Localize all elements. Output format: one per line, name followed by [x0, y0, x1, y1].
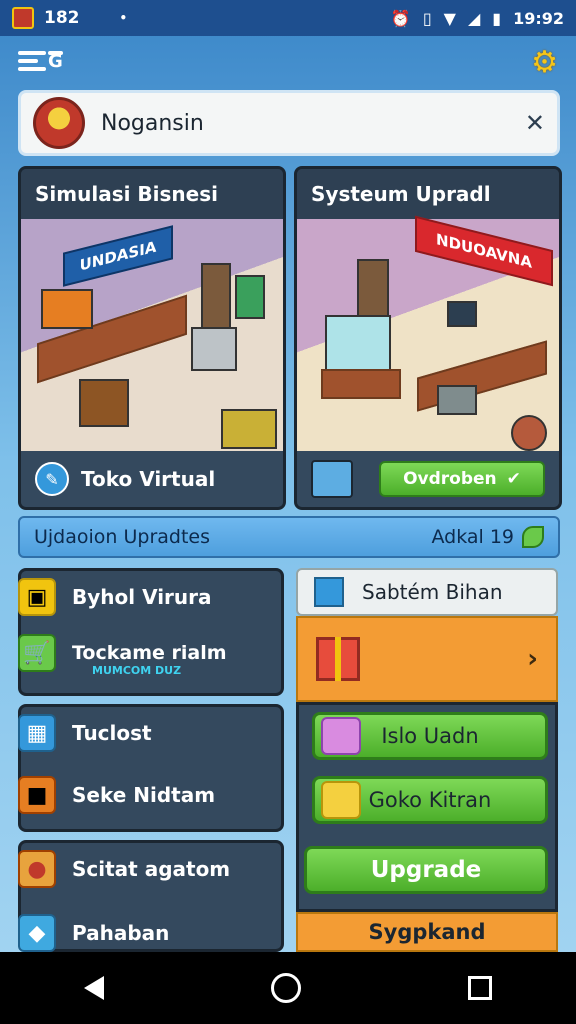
- back-icon[interactable]: [83, 976, 104, 1000]
- store-sign: UNDASIA: [63, 225, 173, 287]
- menu-item-label: Pahaban: [72, 921, 170, 945]
- updates-bar[interactable]: Ujdaoion Upradtes Adkal 19: [18, 516, 560, 558]
- status-bar: 182 • ⏰ ▯ ▼ ◢ ▮ 19:92: [0, 0, 576, 36]
- card-title: Systeum Upradl: [297, 169, 559, 219]
- gift-box-icon: [321, 717, 361, 755]
- card-action-label: Ovdroben: [403, 469, 497, 489]
- shield-icon: ◆: [18, 914, 56, 952]
- cart-shape: [191, 327, 237, 371]
- search-bar[interactable]: Nogansin ✕: [18, 90, 560, 156]
- wifi-icon: ▼: [443, 8, 456, 28]
- action-button-2[interactable]: Goko Kitran: [312, 776, 548, 824]
- calendar-icon: ▦: [18, 714, 56, 752]
- bottom-right-button[interactable]: Sygpkand: [296, 912, 558, 952]
- menu-icon[interactable]: G: [18, 47, 64, 77]
- gift-icon: [316, 637, 360, 681]
- menu-item-label: Tuclost: [72, 721, 152, 745]
- check-icon: ✔: [506, 469, 521, 489]
- gift-panel[interactable]: ›: [296, 616, 558, 702]
- home-icon[interactable]: [270, 973, 301, 1003]
- updates-label: Ujdaoion Upradtes: [34, 526, 211, 548]
- map-pin-icon: ●: [18, 850, 56, 888]
- shop-illustration: NDUOAVNA: [297, 215, 559, 457]
- clock: 19:92: [513, 8, 564, 28]
- shop-sign: NDUOAVNA: [415, 215, 553, 287]
- gear-icon[interactable]: ⚙: [531, 45, 558, 80]
- battery-icon: ▮: [492, 8, 502, 28]
- card-action-button[interactable]: Ovdroben ✔: [379, 461, 545, 497]
- tv-shape: [41, 289, 93, 329]
- menu-item-sublabel: MUMCOM DUZ: [92, 664, 182, 677]
- app-bar: G ⚙: [0, 36, 576, 88]
- vibrate-icon: ▯: [422, 8, 432, 28]
- pencil-icon: ✎: [35, 462, 69, 496]
- display-case-shape: [325, 315, 391, 371]
- menu-item-label: Byhol Virura: [72, 585, 212, 609]
- upgrade-button[interactable]: Upgrade: [304, 846, 548, 894]
- register-shape: [437, 385, 477, 415]
- monitor-shape: [447, 301, 477, 327]
- action-button-label: Goko Kitran: [368, 788, 492, 812]
- updates-count-label: Adkal 19: [431, 526, 514, 548]
- footer-label: Toko Virtual: [81, 467, 216, 491]
- search-label: Nogansin: [101, 110, 204, 136]
- bottom-right-button-label: Sygpkand: [368, 920, 486, 944]
- menu-item[interactable]: ▦ Tuclost: [18, 714, 152, 752]
- menu-item-label: Scitat agatom: [72, 857, 231, 881]
- card-footer: Ovdroben ✔: [297, 451, 559, 507]
- crate-shape: [79, 379, 129, 427]
- menu-item[interactable]: ■ Seke Nidtam: [18, 776, 215, 814]
- emblem-icon: [33, 97, 85, 149]
- recent-apps-icon[interactable]: [468, 976, 493, 1000]
- display-base-shape: [321, 369, 401, 399]
- tools-icon[interactable]: ✕: [525, 109, 545, 137]
- alarm-icon: ⏰: [390, 8, 411, 28]
- menu-item[interactable]: ◆ Pahaban: [18, 914, 169, 952]
- chevron-right-icon[interactable]: ›: [527, 644, 538, 674]
- leaf-icon: [522, 526, 544, 548]
- signal-icon: ◢: [467, 8, 481, 28]
- system-upgrade-card[interactable]: Systeum Upradl NDUOAVNA Ovdroben ✔: [294, 166, 562, 510]
- app-notification-icon: [12, 7, 34, 29]
- card-title: Simulasi Bisnesi: [21, 169, 283, 219]
- crate-icon: ■: [18, 776, 56, 814]
- door-shape: [357, 259, 389, 319]
- menu-item[interactable]: ▣ Byhol Virura: [18, 578, 212, 616]
- card-footer: ✎ Toko Virtual: [21, 451, 283, 507]
- navigation-bar: [0, 952, 576, 1024]
- menu-item-label: Seke Nidtam: [72, 783, 216, 807]
- package-icon: [321, 781, 361, 819]
- poster-shape: [235, 275, 265, 319]
- cube-icon: [314, 577, 344, 607]
- top-right-button-label: Sabtém Bihan: [362, 580, 503, 604]
- status-left-text: 182: [44, 8, 80, 28]
- panel-icon: [311, 460, 353, 498]
- menu-item[interactable]: ● Scitat agatom: [18, 850, 230, 888]
- store-illustration: UNDASIA: [21, 219, 283, 457]
- action-button-1[interactable]: Islo Uadn: [312, 712, 548, 760]
- door-shape: [201, 263, 231, 329]
- cart-icon: 🛒: [18, 634, 56, 672]
- status-dot: •: [119, 11, 128, 25]
- action-button-label: Islo Uadn: [381, 724, 479, 748]
- menu-item-label: Tockame rialm: [72, 642, 227, 664]
- barrel-shape: [511, 415, 547, 451]
- top-right-button[interactable]: Sabtém Bihan: [296, 568, 558, 616]
- upgrade-button-label: Upgrade: [370, 857, 482, 883]
- simulation-card[interactable]: Simulasi Bisnesi UNDASIA ✎ Toko Virtual: [18, 166, 286, 510]
- box-icon: ▣: [18, 578, 56, 616]
- boxes-shape: [221, 409, 277, 449]
- updates-count: Adkal 19: [431, 526, 544, 548]
